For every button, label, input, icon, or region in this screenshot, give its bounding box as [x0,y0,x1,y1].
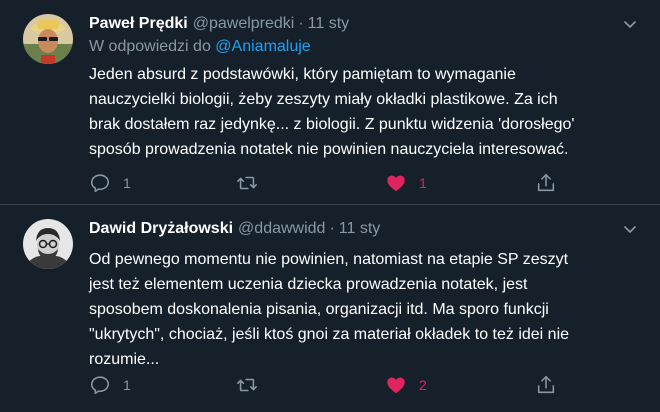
reply-button[interactable]: 1 [89,171,131,195]
retweet-button[interactable] [235,171,271,195]
tweet-text: Jeden absurd z podstawówki, który pamięt… [89,66,575,158]
like-button[interactable]: 1 [385,171,427,195]
reply-count: 1 [123,377,131,393]
reply-prefix: W odpowiedzi do [89,38,211,55]
retweet-button[interactable] [235,373,271,397]
reply-button[interactable]: 1 [89,373,131,397]
like-count: 2 [419,377,427,393]
tweet[interactable]: Dawid Dryżałowski @ddawwidd · 11 sty Od … [0,205,660,412]
tweet-date[interactable]: 11 sty [308,14,350,34]
heart-icon [387,175,405,192]
retweet-icon [237,378,257,392]
handle[interactable]: @ddawwidd [238,219,325,239]
like-count: 1 [419,175,427,191]
reply-icon [90,376,110,395]
reply-count: 1 [123,175,131,191]
heart-icon [387,377,405,394]
tweet[interactable]: Paweł Prędki @pawelpredki · 11 sty W odp… [0,0,660,205]
tweet-actions: 1 2 [89,373,569,397]
tweet-text: Od pewnego momentu nie powinien, natomia… [89,251,570,368]
share-button[interactable] [535,373,557,397]
chevron-down-icon[interactable] [622,221,638,237]
separator-dot: · [329,220,335,237]
separator-dot: · [298,15,304,32]
retweet-icon [237,176,257,190]
share-button[interactable] [535,171,557,195]
avatar[interactable] [23,14,73,64]
display-name[interactable]: Dawid Dryżałowski [89,219,233,239]
like-button[interactable]: 2 [385,373,427,397]
tweet-date[interactable]: 11 sty [339,219,381,239]
chevron-down-icon[interactable] [622,16,638,32]
display-name[interactable]: Paweł Prędki [89,14,188,34]
share-icon [537,173,555,192]
avatar[interactable] [23,219,73,269]
reply-icon [90,174,110,193]
share-icon [537,375,555,394]
reply-mention-link[interactable]: @Aniamaluje [215,38,310,55]
tweet-actions: 1 1 [89,171,569,195]
handle[interactable]: @pawelpredki [193,14,295,34]
reply-context: W odpowiedzi do @Aniamaluje [89,37,638,57]
